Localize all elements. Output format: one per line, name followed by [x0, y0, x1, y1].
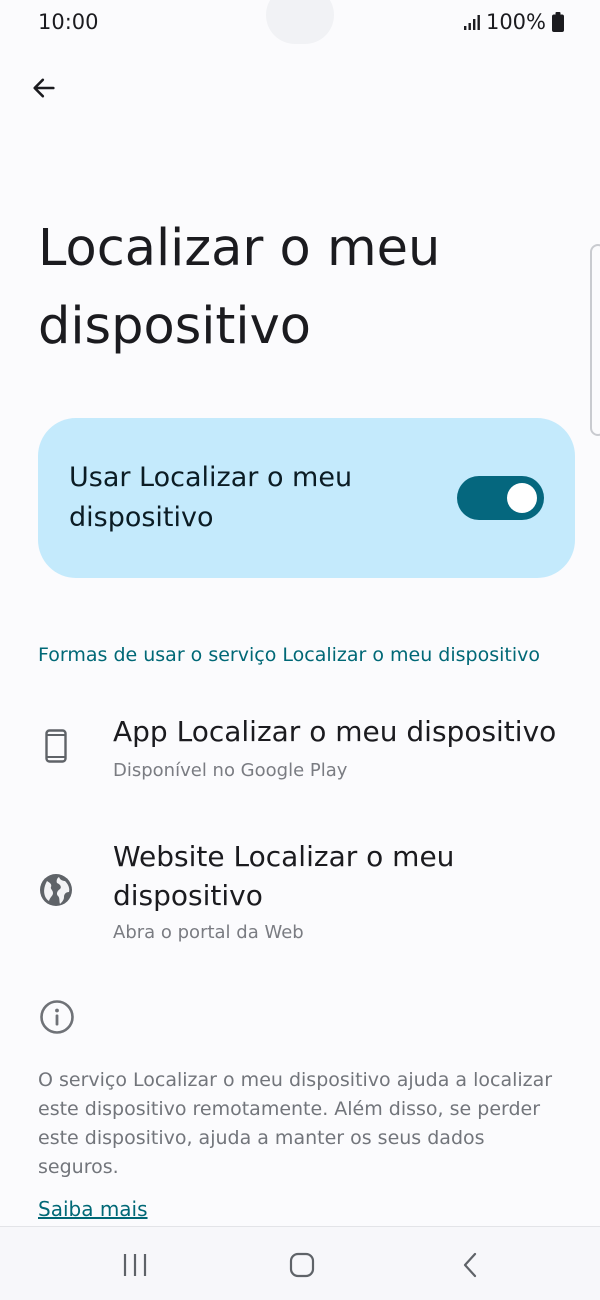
back-button[interactable] [20, 64, 68, 112]
edge-panel-handle[interactable] [590, 244, 600, 436]
home-button[interactable] [272, 1237, 332, 1293]
nav-back-button[interactable] [440, 1237, 500, 1293]
main-toggle-card[interactable]: Usar Localizar o meu dispositivo [38, 418, 575, 578]
page-title: Localizar o meu dispositivo [38, 219, 441, 356]
home-icon [289, 1252, 315, 1278]
info-description: O serviço Localizar o meu dispositivo aj… [38, 1069, 553, 1178]
item-subtitle: Disponível no Google Play [113, 760, 348, 781]
arrow-left-icon [33, 78, 55, 98]
item-subtitle: Abra o portal da Web [113, 922, 304, 943]
back-icon [463, 1252, 477, 1278]
globe-icon [40, 874, 72, 906]
item-title: Website Localizar o meu dispositivo [113, 840, 455, 912]
battery-icon [552, 12, 564, 32]
recents-button[interactable] [105, 1237, 165, 1293]
main-toggle-switch[interactable] [457, 476, 544, 520]
switch-thumb [507, 483, 537, 513]
phone-icon [45, 729, 67, 763]
status-indicators: 100% [463, 10, 564, 34]
status-bar: 10:00 100% [0, 0, 600, 48]
list-item-website[interactable]: Website Localizar o meu dispositivo Abra… [0, 830, 600, 960]
battery-percentage: 100% [485, 10, 546, 34]
info-icon [40, 1000, 74, 1034]
signal-icon [463, 15, 480, 30]
recents-icon [123, 1254, 147, 1276]
learn-more-link[interactable]: Saiba mais [38, 1197, 148, 1221]
main-toggle-label: Usar Localizar o meu dispositivo [69, 462, 353, 533]
settings-screen: 10:00 100% Localizar o meu dispositivo U… [0, 0, 600, 1300]
section-header: Formas de usar o serviço Localizar o meu… [38, 644, 540, 666]
item-title: App Localizar o meu dispositivo [113, 715, 557, 748]
status-time: 10:00 [38, 10, 99, 34]
camera-notch [266, 0, 334, 44]
navigation-bar [0, 1226, 600, 1300]
list-item-app[interactable]: App Localizar o meu dispositivo Disponív… [0, 706, 600, 806]
